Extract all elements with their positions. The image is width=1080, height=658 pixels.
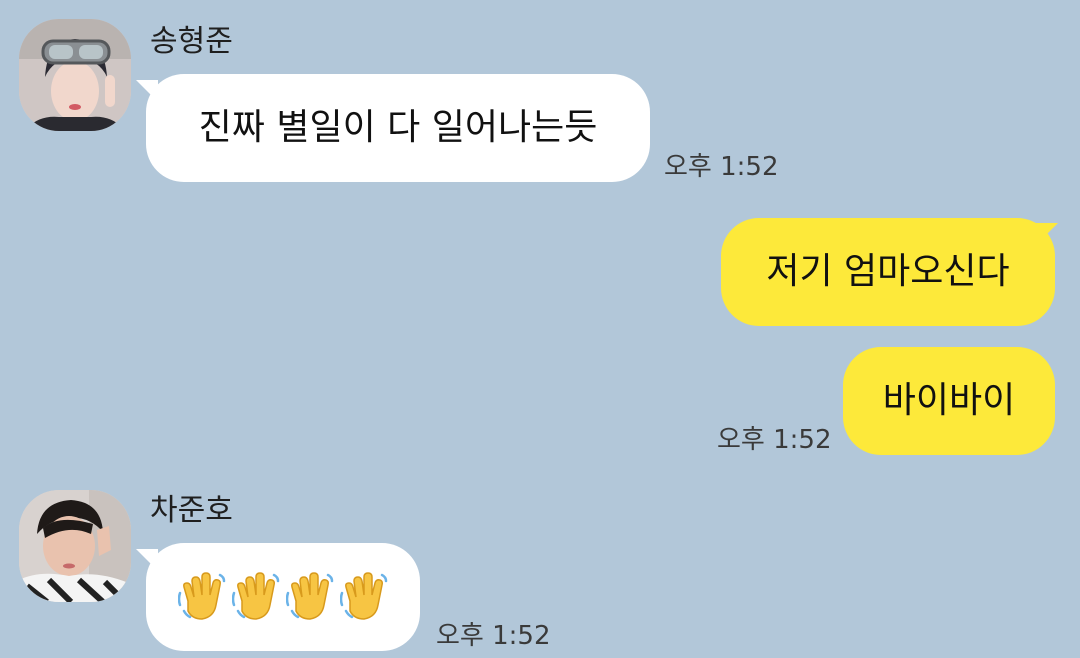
waving-hand-icon: [178, 572, 226, 620]
message-bubble[interactable]: 진짜 별일이 다 일어나는듯: [146, 74, 650, 182]
message-text: 바이바이: [882, 380, 1016, 421]
message-time: 오후 1:52: [717, 425, 832, 455]
message-text: 저기 엄마오신다: [766, 251, 1010, 292]
waving-hand-icon: [340, 572, 388, 620]
message-bubble[interactable]: 저기 엄마오신다: [721, 218, 1055, 326]
emoji-row: [178, 543, 388, 651]
profile-photo-icon: [19, 19, 131, 131]
chat-room: 송형준 진짜 별일이 다 일어나는듯 오후 1:52 저기 엄마오신다 바이바이…: [0, 0, 1080, 658]
avatar[interactable]: [19, 19, 131, 131]
message-time: 오후 1:52: [436, 621, 551, 651]
profile-photo-icon: [19, 490, 131, 602]
message-bubble[interactable]: [146, 543, 420, 651]
sender-name: 차준호: [150, 493, 233, 528]
waving-hand-icon: [232, 572, 280, 620]
waving-hand-icon: [286, 572, 334, 620]
sender-name: 송형준: [150, 24, 233, 59]
message-text: 진짜 별일이 다 일어나는듯: [198, 107, 598, 148]
message-time: 오후 1:52: [664, 152, 779, 182]
message-bubble[interactable]: 바이바이: [843, 347, 1055, 455]
avatar[interactable]: [19, 490, 131, 602]
